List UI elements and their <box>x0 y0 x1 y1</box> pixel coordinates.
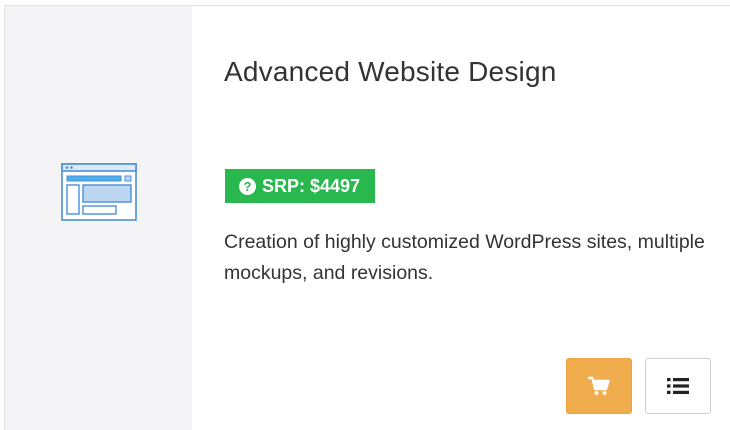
product-title: Advanced Website Design <box>224 56 557 87</box>
product-content: Advanced Website Design ? SRP: $4497 Cre… <box>224 6 730 430</box>
product-card: Advanced Website Design ? SRP: $4497 Cre… <box>4 5 730 430</box>
shopping-cart-icon <box>588 376 610 395</box>
product-icon-panel <box>5 6 192 430</box>
website-layout-icon <box>61 163 137 221</box>
list-icon <box>667 378 689 394</box>
product-description: Creation of highly customized WordPress … <box>224 231 705 284</box>
view-details-button[interactable] <box>645 358 711 414</box>
question-circle-icon: ? <box>239 177 256 195</box>
srp-badge[interactable]: ? SRP: $4497 <box>225 169 376 203</box>
add-to-cart-button[interactable] <box>566 358 632 414</box>
srp-price-label: SRP: $4497 <box>262 175 361 196</box>
